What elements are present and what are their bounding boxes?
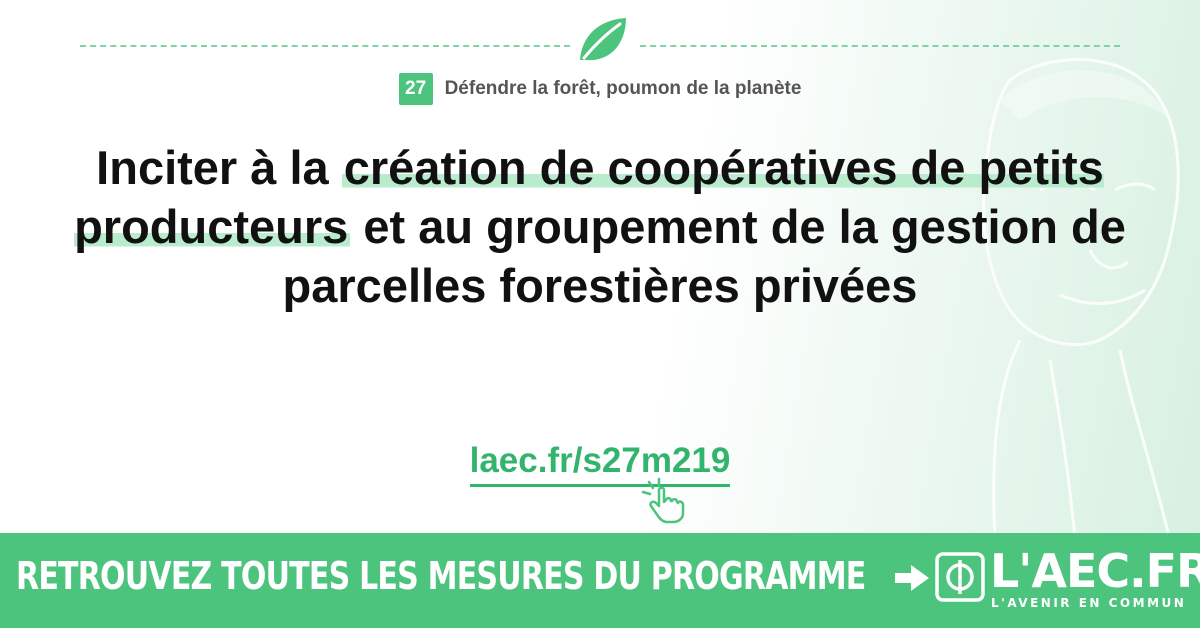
arrow-right-icon bbox=[895, 565, 929, 591]
headline-text-end: et au groupement de la gestion de parcel… bbox=[282, 200, 1126, 312]
measure-headline: Inciter à la création de coopératives de… bbox=[40, 138, 1160, 315]
phi-emblem-icon bbox=[935, 552, 985, 602]
site-logo[interactable]: L'AEC.FR bbox=[990, 547, 1200, 595]
share-card: 27 Défendre la forêt, poumon de la planè… bbox=[0, 0, 1200, 628]
chapter-title: Défendre la forêt, poumon de la planète bbox=[444, 78, 802, 99]
headline-text-start: Inciter à la bbox=[96, 141, 342, 194]
dashed-divider-right bbox=[640, 45, 1120, 47]
link-container: laec.fr/s27m219 bbox=[0, 440, 1200, 487]
measure-link[interactable]: laec.fr/s27m219 bbox=[469, 440, 731, 487]
click-hand-icon bbox=[641, 477, 685, 524]
logo-tagline: L'AVENIR EN COMMUN bbox=[991, 596, 1187, 610]
chapter-heading: 27 Défendre la forêt, poumon de la planè… bbox=[0, 73, 1200, 105]
dashed-divider-left bbox=[80, 45, 570, 47]
leaf-icon bbox=[580, 18, 626, 61]
cta-text[interactable]: RETROUVEZ TOUTES LES MESURES DU PROGRAMM… bbox=[16, 548, 866, 604]
chapter-number-badge: 27 bbox=[398, 73, 433, 105]
